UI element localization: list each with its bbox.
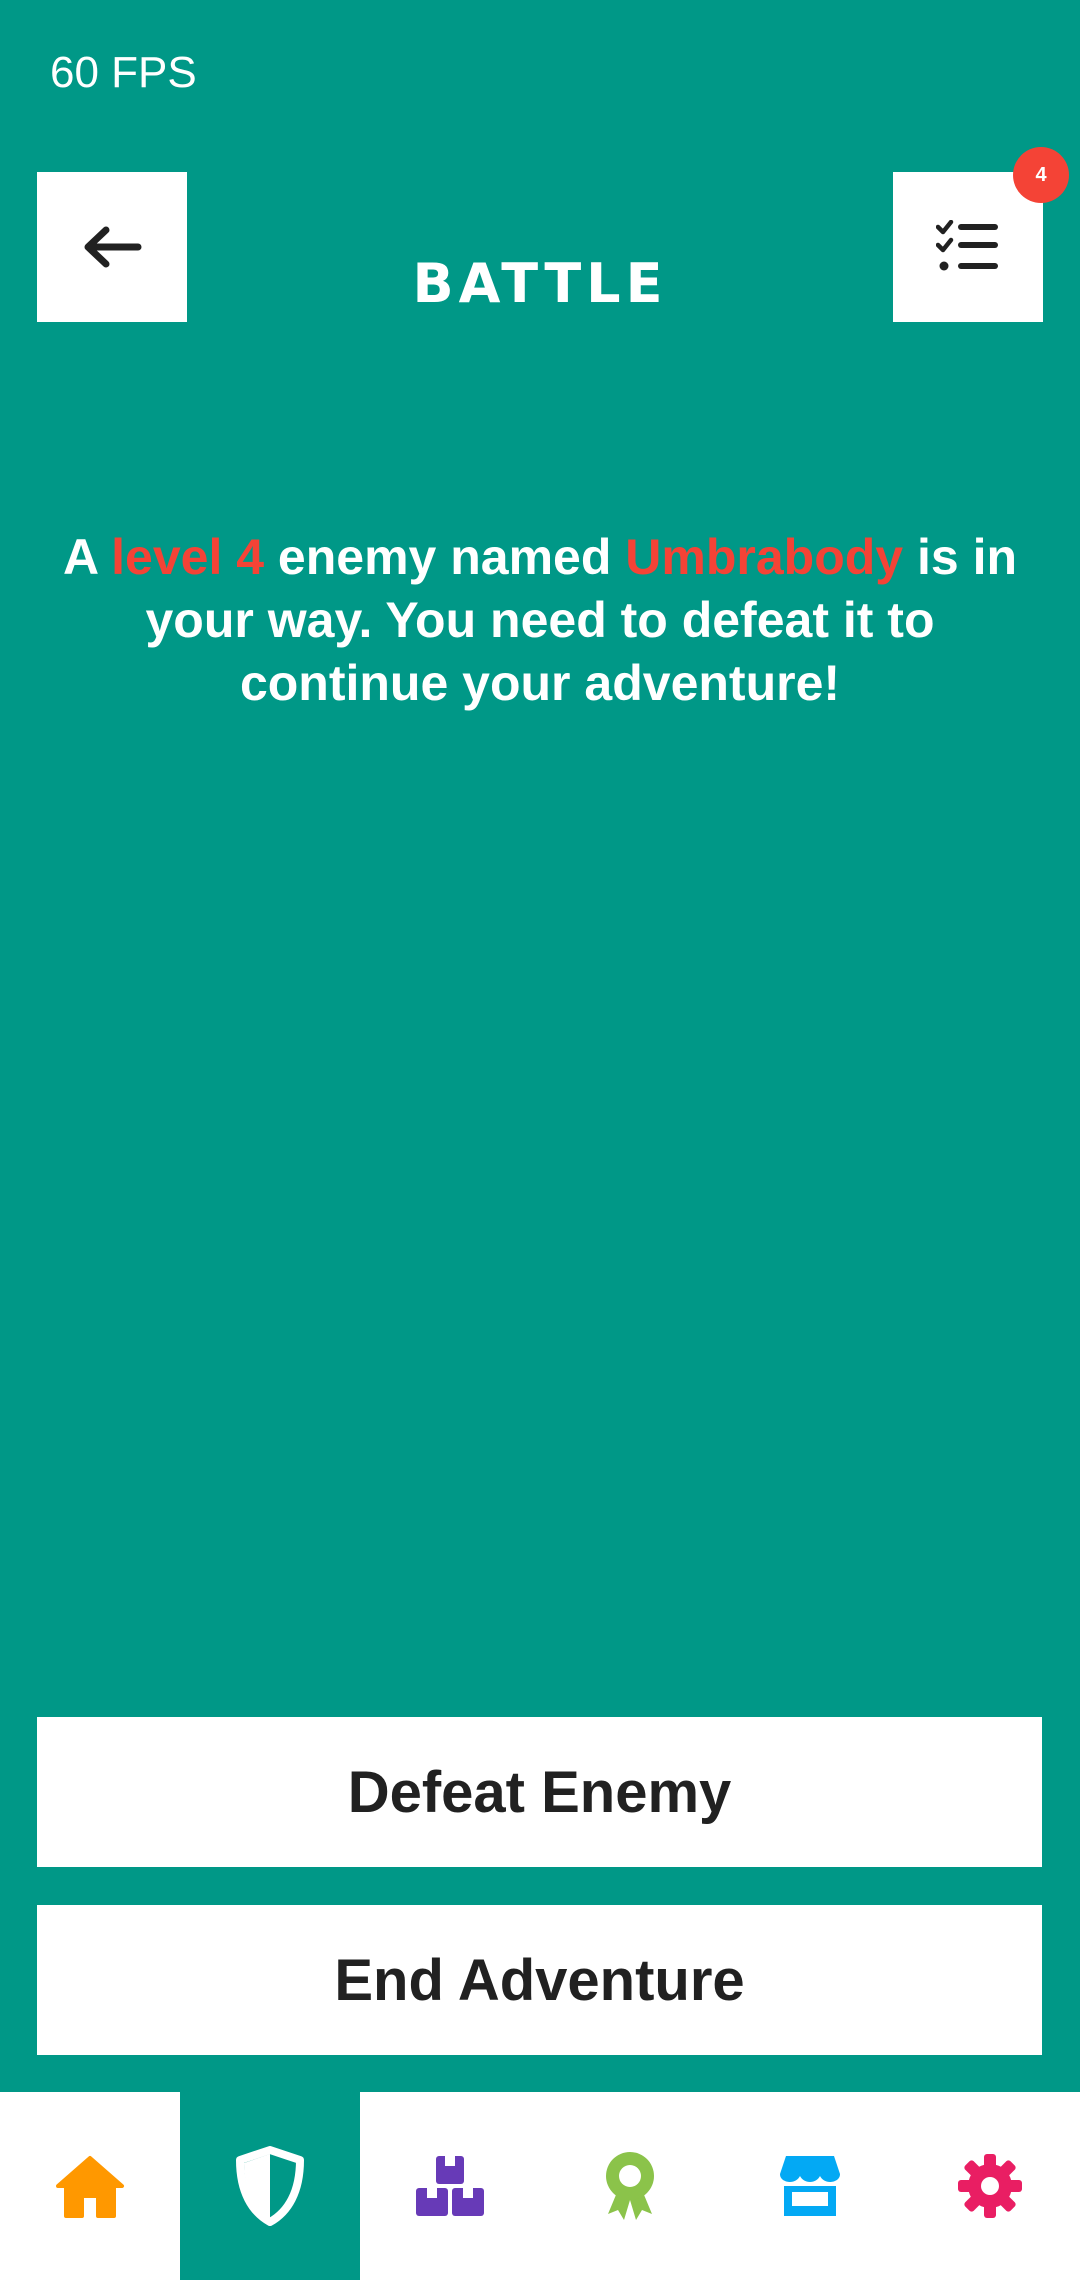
enemy-level: level 4 [111, 529, 265, 585]
end-adventure-button[interactable]: End Adventure [37, 1905, 1042, 2055]
gear-icon [958, 2154, 1022, 2218]
boxes-icon [416, 2156, 484, 2216]
battle-screen: 60 FPS BATTLE 4 A level 4 enemy named Um… [0, 0, 1080, 2280]
nav-shop[interactable] [720, 2092, 900, 2280]
nav-battle[interactable] [180, 2092, 360, 2280]
award-icon [606, 2152, 654, 2220]
home-icon [56, 2156, 124, 2218]
battle-description: A level 4 enemy named Umbrabody is in yo… [40, 526, 1040, 715]
tasks-count-badge: 4 [1013, 147, 1069, 203]
checklist-icon [936, 220, 998, 271]
defeat-enemy-button[interactable]: Defeat Enemy [37, 1717, 1042, 1867]
nav-inventory[interactable] [360, 2092, 540, 2280]
fps-counter: 60 FPS [50, 48, 197, 97]
nav-settings[interactable] [900, 2092, 1080, 2280]
story-text-1: A [62, 529, 112, 585]
store-icon [780, 2156, 840, 2216]
shield-icon [236, 2146, 304, 2226]
enemy-name: Umbrabody [625, 529, 904, 585]
nav-achievements[interactable] [540, 2092, 720, 2280]
nav-home[interactable] [0, 2092, 180, 2280]
story-text-2: enemy named [264, 529, 626, 585]
bottom-nav [0, 2092, 1080, 2280]
